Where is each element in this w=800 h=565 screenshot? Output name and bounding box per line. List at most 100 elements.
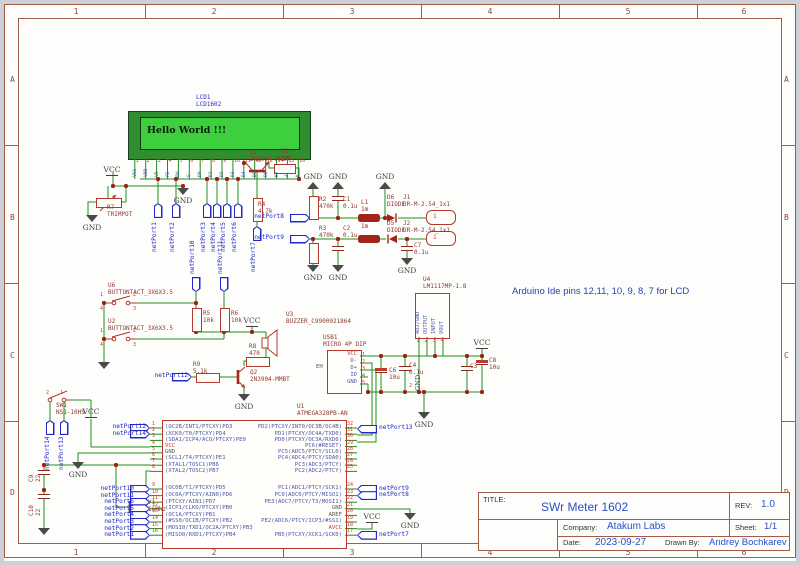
capacitor-plate[interactable]	[38, 498, 50, 499]
lcd-pin-number: 16	[299, 159, 305, 164]
lcd-pin-name: VO	[156, 171, 161, 177]
junction-dot[interactable]	[102, 301, 105, 304]
usb-shield-label: EH	[316, 365, 323, 371]
mcu-pin-number: 3	[152, 434, 155, 439]
junction-dot[interactable]	[236, 177, 239, 180]
capacitor-plate[interactable]	[401, 246, 413, 247]
junction-dot[interactable]	[403, 354, 406, 357]
net-flag-netPort4[interactable]	[213, 203, 222, 218]
net-flag-netPort10[interactable]	[192, 277, 201, 292]
gnd-symbol[interactable]	[307, 182, 319, 189]
junction-dot[interactable]	[311, 237, 314, 240]
gnd-symbol[interactable]	[404, 513, 416, 520]
resistor-body[interactable]	[309, 243, 319, 264]
junction-dot[interactable]	[250, 330, 253, 333]
capacitor-plate[interactable]	[38, 470, 50, 471]
junction-dot[interactable]	[111, 184, 114, 187]
junction-dot[interactable]	[379, 390, 382, 393]
resistor-body[interactable]	[309, 196, 319, 220]
capacitor-plate[interactable]	[332, 250, 344, 251]
gnd-symbol[interactable]	[38, 528, 50, 535]
gnd-symbol[interactable]	[238, 394, 250, 401]
junction-dot[interactable]	[336, 237, 339, 240]
net-label-netPort13: netPort13	[59, 436, 65, 470]
gnd-symbol[interactable]	[418, 412, 430, 419]
mcu-pin-number: 8	[152, 465, 155, 470]
net-flag-netPort6[interactable]	[234, 203, 243, 218]
mcu-pin-number: 16	[152, 529, 158, 534]
resistor-body[interactable]	[192, 308, 202, 332]
junction-dot[interactable]	[465, 354, 468, 357]
symbols-layer[interactable]	[0, 0, 800, 565]
junction-dot[interactable]	[422, 390, 425, 393]
junction-dot[interactable]	[124, 184, 127, 187]
junction-dot[interactable]	[480, 354, 483, 357]
junction-dot[interactable]	[433, 354, 436, 357]
capacitor-plate[interactable]	[401, 250, 413, 251]
gnd-symbol[interactable]	[379, 182, 391, 189]
resistor-body[interactable]	[220, 308, 230, 332]
capacitor-plate[interactable]	[476, 360, 488, 363]
mcu-pin-name: (ICP1/CLKO/PTCXY)PB0	[165, 506, 232, 512]
junction-dot[interactable]	[366, 390, 369, 393]
part-value-r2: 470k	[319, 204, 333, 210]
net-flag-netPort5[interactable]	[223, 203, 232, 218]
gnd-symbol[interactable]	[332, 265, 344, 272]
net-flag-netPort13[interactable]	[60, 420, 69, 435]
junction-dot[interactable]	[405, 237, 408, 240]
gnd-symbol[interactable]	[86, 215, 98, 222]
junction-dot[interactable]	[174, 177, 177, 180]
junction-dot[interactable]	[225, 177, 228, 180]
vcc-symbol: VCC	[364, 513, 381, 521]
inductor-body[interactable]	[358, 214, 380, 222]
resistor-body[interactable]	[196, 373, 220, 383]
usb-pin-number: 4	[362, 374, 365, 379]
resistor-body[interactable]	[246, 357, 270, 367]
capacitor-plate[interactable]	[476, 364, 488, 365]
vcc-symbol: VCC	[83, 408, 100, 416]
junction-dot[interactable]	[480, 390, 483, 393]
lcd-pin-name: VDD	[145, 169, 150, 177]
capacitor-plate[interactable]	[461, 370, 473, 371]
junction-dot[interactable]	[114, 463, 117, 466]
junction-dot[interactable]	[379, 354, 382, 357]
capacitor-plate[interactable]	[332, 246, 344, 247]
mcu-pin-name: PB5(PTCXY/XCK1/SCK0)	[275, 533, 342, 539]
gnd-symbol[interactable]	[98, 362, 110, 369]
inductor-body[interactable]	[358, 235, 380, 243]
part-value-u4: LM1117MP-1.8	[423, 284, 466, 290]
junction-dot[interactable]	[194, 301, 197, 304]
net-label-netPort6: netPort6	[232, 222, 238, 252]
gnd-symbol[interactable]	[72, 462, 84, 469]
junction-dot[interactable]	[205, 177, 208, 180]
lcd-pin-number: 4	[169, 159, 172, 164]
mcu-pin-number: 11	[152, 496, 158, 501]
capacitor-plate[interactable]	[375, 368, 387, 371]
junction-dot[interactable]	[465, 390, 468, 393]
capacitor-plate[interactable]	[38, 494, 50, 495]
junction-dot[interactable]	[336, 216, 339, 219]
lcd-pin-name: D0	[199, 171, 204, 177]
junction-dot[interactable]	[156, 177, 159, 180]
junction-dot[interactable]	[102, 337, 105, 340]
net-flag-netPort3[interactable]	[203, 203, 212, 218]
net-flag-netPort1[interactable]	[154, 203, 163, 218]
gnd-symbol[interactable]	[401, 258, 413, 265]
junction-dot[interactable]	[42, 488, 45, 491]
part-value-c1: 0.1u	[343, 204, 357, 210]
junction-dot[interactable]	[215, 177, 218, 180]
gnd-symbol[interactable]	[307, 265, 319, 272]
lcd-pin-number: 1	[136, 159, 139, 164]
usb-pin-name: GND	[347, 380, 357, 386]
net-flag-netPort14[interactable]	[46, 420, 55, 435]
net-flag-netPort11[interactable]	[220, 277, 229, 292]
capacitor-plate[interactable]	[375, 372, 387, 373]
junction-dot[interactable]	[297, 177, 300, 180]
part-value-c6: 10u	[389, 375, 400, 381]
net-flag-netPort2[interactable]	[172, 203, 181, 218]
gnd-label: GND	[398, 267, 417, 275]
mcu-pin-name: PC2(ADC2/PTCY)	[295, 469, 342, 475]
gnd-symbol[interactable]	[177, 188, 189, 195]
junction-dot[interactable]	[403, 390, 406, 393]
gnd-symbol[interactable]	[332, 182, 344, 189]
